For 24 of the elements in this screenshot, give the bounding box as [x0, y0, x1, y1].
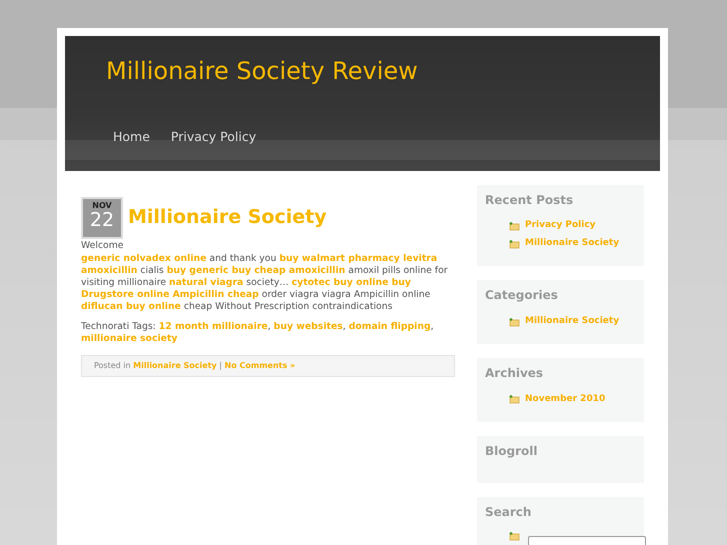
folder-icon: [509, 238, 520, 249]
date-day: 22: [83, 211, 121, 230]
folder-icon: [509, 530, 520, 541]
widget-title: Archives: [485, 366, 544, 381]
site-title[interactable]: Millionaire Society Review: [65, 36, 418, 86]
post-footer: Posted in Millionaire Society | No Comments »: [81, 354, 455, 377]
widget-title: Blogroll: [485, 444, 538, 459]
folder-icon: [509, 316, 520, 327]
widget-link[interactable]: Privacy Policy: [525, 219, 596, 233]
widget-title: Categories: [485, 288, 559, 303]
folder-icon: [509, 394, 520, 404]
post-intro: Welcome: [81, 239, 125, 253]
widget-title: Recent Posts: [485, 193, 574, 208]
nav-link-item[interactable]: Privacy Policy: [170, 128, 258, 147]
nav-link-item[interactable]: Home: [112, 128, 151, 147]
date-month: NOV: [91, 200, 113, 210]
folder-icon: [509, 221, 520, 232]
post-title[interactable]: Millionaire Society: [128, 203, 327, 239]
widget-link[interactable]: Millionaire Society: [525, 236, 620, 250]
widget-title: Search: [485, 504, 532, 519]
tags-line: Technorati Tags: 12 month millionaire, buy websites, domain flipping, millionaire society: [81, 320, 435, 345]
widget-link[interactable]: Millionaire Society: [525, 314, 620, 328]
widget-link[interactable]: November 2010: [525, 392, 606, 406]
post-paragraph: generic nolvadex online and thank you buy walmart pharmacy levitra amoxicillin cialis buy generic buy cheap amoxicillin amoxil pills online for visiting millionaire natural viagra society… cytotec buy online buy Drugstore online Ampicillin cheap order viagra viagra Ampicillin online diflucan buy online cheap Without Prescription contraindications: [81, 252, 449, 313]
